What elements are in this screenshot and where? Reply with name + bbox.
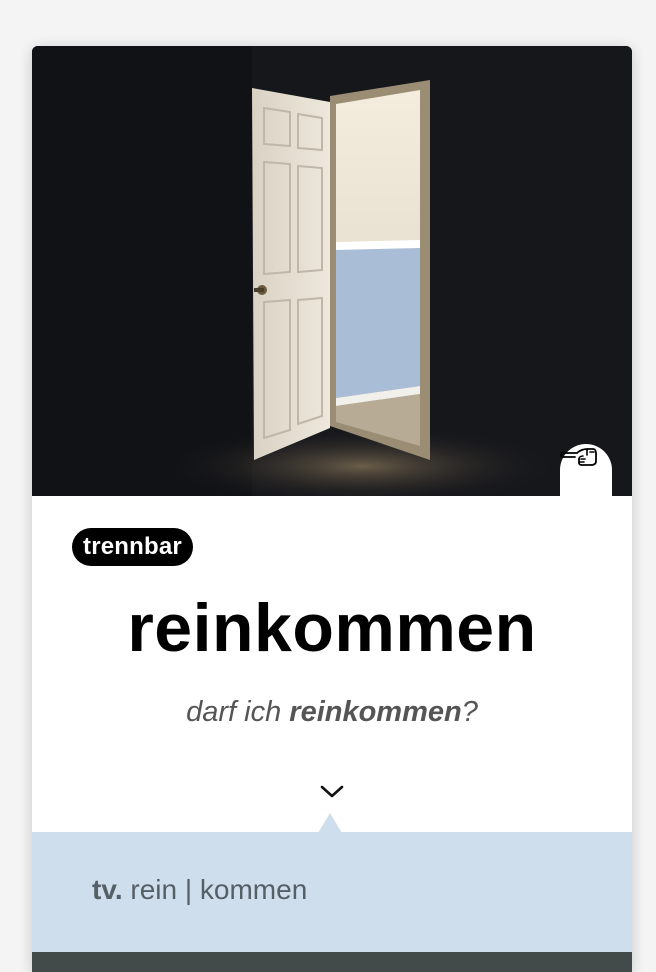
example-prefix: darf ich xyxy=(186,696,290,728)
vocabulary-word: reinkommen xyxy=(127,590,537,666)
word-info-panel: tv. rein | kommen xyxy=(32,832,632,952)
word-info-text: tv. rein | kommen xyxy=(92,872,307,908)
example-sentence: darf ich reinkommen? xyxy=(32,692,632,732)
word-split-form: rein | kommen xyxy=(130,874,308,905)
pointing-hand-icon xyxy=(560,448,597,466)
word-photo xyxy=(32,46,632,496)
panel-pointer xyxy=(318,813,342,833)
separable-badge: trennbar xyxy=(72,528,193,566)
pointing-hand-button[interactable] xyxy=(560,444,612,496)
example-suffix: ? xyxy=(461,696,478,728)
example-highlight: reinkommen xyxy=(289,696,462,728)
verb-type-abbreviation: tv. xyxy=(92,874,123,905)
word-card: trennbar reinkommen darf ich reinkommen?… xyxy=(32,46,632,972)
chevron-down-icon[interactable] xyxy=(317,780,347,804)
door-illustration xyxy=(32,46,632,496)
bottom-bar xyxy=(32,952,632,972)
